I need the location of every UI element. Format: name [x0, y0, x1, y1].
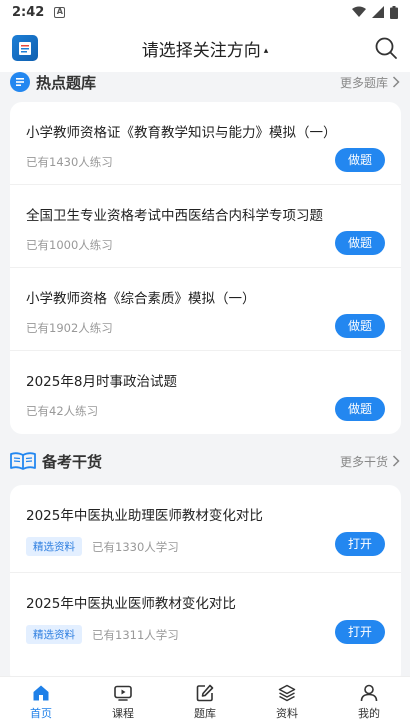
direction-selector[interactable]: 请选择关注方向 ▴	[0, 36, 410, 61]
notification-icon: A	[54, 6, 66, 18]
caret-up-icon: ▴	[263, 45, 269, 56]
header-title: 请选择关注方向	[141, 40, 261, 61]
more-questions-link[interactable]: 更多题库	[340, 74, 400, 91]
tab-label: 题库	[194, 707, 216, 720]
list-item[interactable]: 2025年中医执业医师教材变化对比 精选资料 已有1311人学习 打开	[10, 573, 401, 661]
list-item[interactable]: 小学教师资格《综合素质》模拟（一） 已有1902人练习 做题	[10, 268, 401, 351]
practice-count-text: 已有1000人练习	[26, 238, 113, 252]
item-title: 2025年中医执业医师教材变化对比	[26, 596, 236, 612]
item-title: 小学教师资格《综合素质》模拟（一）	[26, 291, 256, 307]
user-icon	[360, 684, 378, 702]
item-practice-count: 已有1430人练习	[26, 154, 113, 170]
featured-tag: 精选资料	[26, 625, 82, 644]
search-button[interactable]	[374, 36, 398, 60]
practice-button[interactable]: 做题	[335, 231, 385, 255]
item-title: 2025年8月时事政治试题	[26, 374, 177, 390]
edit-icon	[196, 684, 214, 702]
status-bar: 2:42 A	[0, 0, 410, 24]
practice-button[interactable]: 做题	[335, 148, 385, 172]
tab-home[interactable]: 首页	[0, 677, 82, 728]
list-item[interactable]: 小学教师资格证《教育教学知识与能力》模拟（一） 已有1430人练习 做题	[10, 102, 401, 185]
tab-label: 课程	[112, 707, 134, 720]
tab-courses[interactable]: 课程	[82, 677, 164, 728]
tab-label: 资料	[276, 707, 298, 720]
list-item[interactable]: 2025年中医执业助理医师教材变化对比 精选资料 已有1330人学习 打开	[10, 485, 401, 573]
app-header: 请选择关注方向 ▴	[0, 24, 410, 72]
list-badge-icon	[10, 72, 30, 92]
study-materials-header: 备考干货 更多干货	[10, 449, 400, 473]
hot-questions-header: 热点题库 更多题库	[10, 72, 400, 94]
tab-question-bank[interactable]: 题库	[164, 677, 246, 728]
list-item[interactable]: 2025年8月时事政治试题 已有42人练习 做题	[10, 351, 401, 434]
more-materials-link[interactable]: 更多干货	[340, 453, 400, 470]
tab-profile[interactable]: 我的	[328, 677, 410, 728]
home-icon	[33, 685, 49, 701]
study-count-text: 已有1311人学习	[92, 627, 179, 642]
study-materials-title: 备考干货	[42, 452, 103, 471]
item-practice-count: 已有1902人练习	[26, 320, 113, 336]
status-time: 2:42	[12, 4, 45, 20]
item-title: 全国卫生专业资格考试中西医结合内科学专项习题	[26, 208, 323, 224]
item-practice-count: 已有42人练习	[26, 403, 98, 419]
item-study-meta: 精选资料 已有1311人学习	[26, 625, 179, 644]
play-icon	[114, 685, 132, 701]
wifi-icon	[352, 6, 366, 17]
chevron-right-icon	[392, 455, 400, 467]
practice-button[interactable]: 做题	[335, 314, 385, 338]
main-content[interactable]: 热点题库 更多题库 小学教师资格证《教育教学知识与能力》模拟（一） 已有1430…	[0, 72, 410, 676]
more-questions-label: 更多题库	[339, 75, 388, 90]
item-study-meta: 精选资料 已有1330人学习	[26, 537, 179, 556]
layers-icon	[278, 684, 296, 702]
open-book-icon	[10, 452, 36, 470]
status-icons	[352, 5, 398, 19]
tab-materials[interactable]: 资料	[246, 677, 328, 728]
practice-count-text: 已有1430人练习	[26, 155, 113, 169]
practice-count-text: 已有42人练习	[26, 404, 99, 418]
item-title: 小学教师资格证《教育教学知识与能力》模拟（一）	[26, 125, 337, 141]
study-count-text: 已有1330人学习	[92, 539, 179, 554]
bottom-tab-bar: 首页 课程 题库 资料 我的	[0, 676, 410, 728]
item-practice-count: 已有1000人练习	[26, 237, 113, 253]
hot-questions-card: 小学教师资格证《教育教学知识与能力》模拟（一） 已有1430人练习 做题 全国卫…	[10, 102, 401, 434]
featured-tag: 精选资料	[26, 537, 82, 556]
practice-count-text: 已有1902人练习	[26, 321, 113, 335]
chevron-right-icon	[392, 76, 400, 88]
battery-icon	[390, 5, 398, 19]
list-item[interactable]: 全国卫生专业资格考试中西医结合内科学专项习题 已有1000人练习 做题	[10, 185, 401, 268]
practice-button[interactable]: 做题	[335, 397, 385, 421]
app-logo[interactable]	[12, 35, 38, 61]
book-logo-icon	[19, 42, 31, 55]
tab-label: 首页	[30, 707, 52, 720]
more-materials-label: 更多干货	[339, 454, 388, 469]
item-title: 2025年中医执业助理医师教材变化对比	[26, 508, 263, 524]
signal-icon	[372, 6, 384, 18]
open-button[interactable]: 打开	[335, 532, 385, 556]
hot-questions-title: 热点题库	[36, 73, 97, 92]
tab-label: 我的	[358, 707, 380, 720]
open-button[interactable]: 打开	[335, 620, 385, 644]
study-materials-card: 2025年中医执业助理医师教材变化对比 精选资料 已有1330人学习 打开 20…	[10, 485, 401, 676]
search-icon	[375, 37, 397, 59]
